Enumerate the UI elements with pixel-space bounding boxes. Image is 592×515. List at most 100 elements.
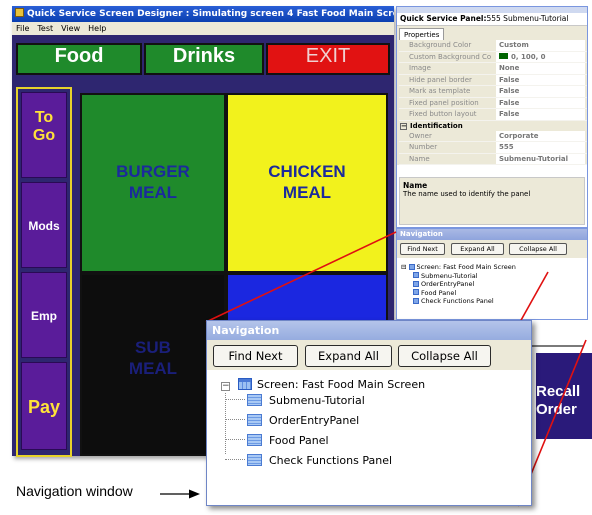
recall-order-frame: Recall Order xyxy=(528,345,592,439)
property-row-selected[interactable]: Name Submenu-Tutorial xyxy=(399,153,587,165)
burger-meal-button[interactable]: BURGER MEAL xyxy=(80,93,226,273)
recall-label-2: Order xyxy=(536,401,577,418)
property-row[interactable]: Fixed panel position False xyxy=(399,97,587,109)
navigation-panel-small: Navigation Find Next Expand All Collapse… xyxy=(396,228,588,320)
burger-label-2: MEAL xyxy=(128,183,178,202)
screen-icon xyxy=(408,263,415,270)
property-row[interactable]: Image None xyxy=(399,63,587,75)
to-go-button[interactable]: To Go xyxy=(21,92,67,178)
tree-item-submenu[interactable]: Submenu-Tutorial xyxy=(225,393,365,409)
arrow-head-icon xyxy=(189,489,200,499)
sub-label-1: SUB xyxy=(135,338,171,357)
burger-label-1: BURGER xyxy=(116,162,190,181)
navigation-window: Navigation Find Next Expand All Collapse… xyxy=(206,320,532,506)
property-name: Hide panel border xyxy=(409,75,472,84)
property-name: Image xyxy=(409,64,431,72)
panel-icon xyxy=(413,280,419,287)
tree-item-small[interactable]: Check Functions Panel xyxy=(401,297,516,306)
find-next-button-small[interactable]: Find Next xyxy=(400,243,445,255)
tree-item-label: Submenu-Tutorial xyxy=(269,394,365,407)
property-row[interactable]: Background Color Custom xyxy=(399,40,587,52)
tree-root-label: Screen: Fast Food Main Screen xyxy=(257,378,426,391)
tree-item-check-functions[interactable]: Check Functions Panel xyxy=(225,453,392,469)
tree-connector xyxy=(225,419,245,420)
pay-button[interactable]: Pay xyxy=(21,362,67,450)
property-value: Submenu-Tutorial xyxy=(496,153,585,164)
recall-order-button[interactable]: Recall Order xyxy=(536,353,592,439)
drinks-button[interactable]: Drinks xyxy=(144,43,264,75)
property-name: Mark as template xyxy=(409,87,471,95)
recall-label-1: Recall xyxy=(536,383,581,400)
screen-icon xyxy=(238,378,252,390)
collapse-icon[interactable]: − xyxy=(400,123,407,130)
collapse-icon[interactable]: − xyxy=(221,382,230,391)
property-value: 0, 100, 0 xyxy=(511,52,546,61)
property-row[interactable]: Owner Corporate xyxy=(399,130,587,142)
food-button[interactable]: Food xyxy=(16,43,142,75)
menu-file[interactable]: File xyxy=(16,24,29,33)
description-text: The name used to identify the panel xyxy=(403,190,531,198)
sub-meal-button[interactable]: SUB MEAL xyxy=(80,273,226,456)
property-name: Name xyxy=(409,154,430,163)
emp-button[interactable]: Emp xyxy=(21,272,67,358)
tree-item-label: OrderEntryPanel xyxy=(269,414,360,427)
collapse-all-button[interactable]: Collapse All xyxy=(398,345,491,367)
exit-button[interactable]: EXIT xyxy=(266,43,390,75)
expand-all-button[interactable]: Expand All xyxy=(305,345,392,367)
property-row[interactable]: Fixed button layout False xyxy=(399,109,587,121)
category-label: Identification xyxy=(410,121,463,130)
app-icon xyxy=(15,8,24,17)
navigation-toolbar: Find Next Expand All Collapse All xyxy=(207,340,531,370)
tree-item-food[interactable]: Food Panel xyxy=(225,433,329,449)
simulator-title: Quick Service Screen Designer : Simulati… xyxy=(27,9,394,19)
chicken-label-1: CHICKEN xyxy=(268,162,346,181)
property-value: False xyxy=(496,74,585,85)
tree-root-small[interactable]: ⊟ Screen: Fast Food Main Screen xyxy=(401,263,516,272)
tree-item-label: Food Panel xyxy=(421,288,457,297)
tree-item-small[interactable]: OrderEntryPanel xyxy=(401,280,516,289)
sub-label-2: MEAL xyxy=(128,359,178,378)
property-row[interactable]: Number 555 xyxy=(399,142,587,154)
property-value: Corporate xyxy=(496,130,585,141)
panel-icon xyxy=(413,289,419,295)
menu-test[interactable]: Test xyxy=(37,24,53,33)
collapse-all-button-small[interactable]: Collapse All xyxy=(509,243,567,255)
property-value: Custom xyxy=(496,40,585,51)
tree-item-orderentry[interactable]: OrderEntryPanel xyxy=(225,413,359,429)
property-name: Fixed button layout xyxy=(409,110,477,118)
expand-all-button-small[interactable]: Expand All xyxy=(451,243,504,255)
tree-item-label: Check Functions Panel xyxy=(421,297,494,305)
properties-header: Quick Service Panel:555 Submenu-Tutorial xyxy=(397,13,587,26)
property-value: False xyxy=(496,86,585,97)
tree-item-label: OrderEntryPanel xyxy=(421,280,475,288)
tree-connector xyxy=(225,459,245,460)
navigation-window-label: Navigation window xyxy=(16,483,133,499)
navigation-small-toolbar: Find Next Expand All Collapse All xyxy=(397,240,587,258)
chicken-meal-button[interactable]: CHICKEN MEAL xyxy=(226,93,388,273)
chicken-label-2: MEAL xyxy=(282,183,332,202)
to-go-label-1: To xyxy=(34,109,54,126)
property-name: Background Color xyxy=(409,41,472,49)
tree-item-label: Check Functions Panel xyxy=(269,454,393,467)
property-value: False xyxy=(496,97,585,108)
properties-header-label: Quick Service Panel: xyxy=(400,14,487,23)
tree-connector xyxy=(225,399,245,400)
side-button-panel: To Go Mods Emp Pay xyxy=(16,87,72,457)
tree-connector xyxy=(225,439,245,440)
find-next-button[interactable]: Find Next xyxy=(213,345,298,367)
menu-view[interactable]: View xyxy=(61,24,80,33)
tree-item-small[interactable]: Food Panel xyxy=(401,289,516,298)
to-go-label-2: Go xyxy=(32,127,56,144)
expander-icon[interactable]: ⊟ xyxy=(401,263,406,271)
property-row[interactable]: Hide panel border False xyxy=(399,74,587,86)
property-row[interactable]: Custom Background Co 0, 100, 0 xyxy=(399,51,587,63)
tree-item-small[interactable]: Submenu-Tutorial xyxy=(401,272,516,281)
tree-root[interactable]: − Screen: Fast Food Main Screen xyxy=(221,377,425,393)
panel-icon xyxy=(413,297,419,304)
navigation-title: Navigation xyxy=(207,321,531,340)
property-row[interactable]: Mark as template False xyxy=(399,86,587,98)
description-title: Name xyxy=(403,181,428,190)
mods-button[interactable]: Mods xyxy=(21,182,67,268)
menu-help[interactable]: Help xyxy=(88,24,106,33)
property-category[interactable]: − Identification xyxy=(399,121,587,131)
